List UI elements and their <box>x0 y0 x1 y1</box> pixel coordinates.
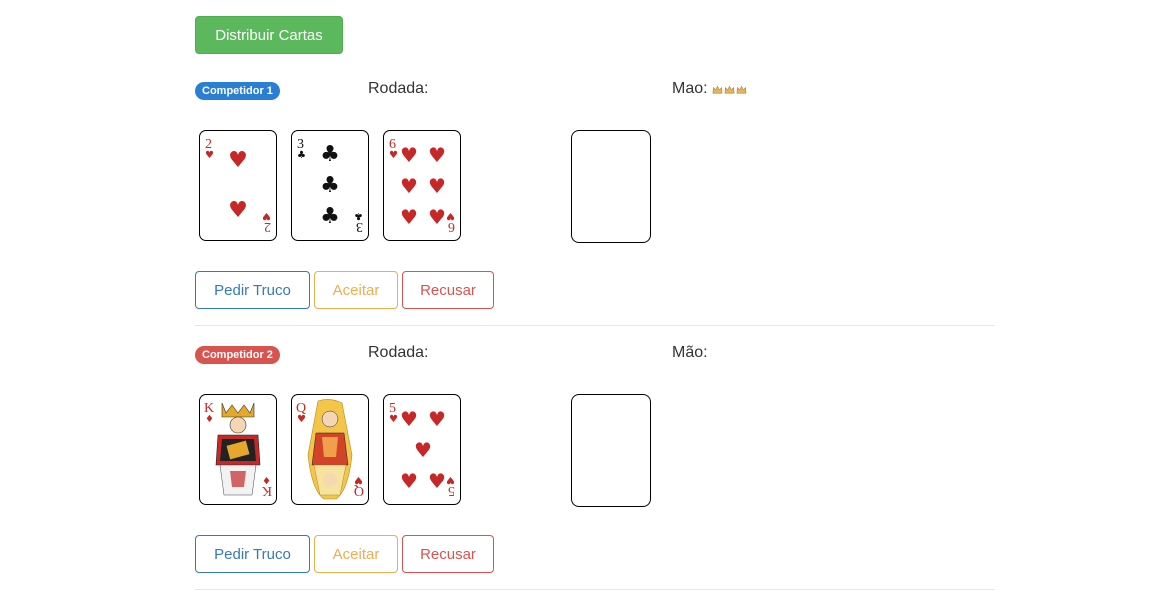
round-label: Rodada: <box>368 344 429 361</box>
refuse-button[interactable]: Recusar <box>402 535 494 573</box>
player-1-panel: Competidor 1 Rodada: Mao: 2 ♥ ♥ ♥ 2 ♥ 3 … <box>195 65 995 329</box>
svg-text:♣: ♣ <box>297 150 306 161</box>
svg-text:♦: ♦ <box>262 474 271 485</box>
crown-icon <box>712 85 722 93</box>
svg-text:♥: ♥ <box>400 174 418 198</box>
svg-text:♥: ♥ <box>446 474 455 485</box>
svg-text:♥: ♥ <box>428 143 446 167</box>
hand-indicator: Mão: <box>672 344 708 362</box>
divider <box>195 325 995 326</box>
hand-label: Mão: <box>672 344 708 361</box>
svg-text:♥: ♥ <box>400 407 418 431</box>
hand-label: Mao: <box>672 80 708 97</box>
playing-card-q-hearts[interactable]: Q ♥ Q ♥ <box>291 394 369 505</box>
divider <box>195 589 995 590</box>
svg-text:♥: ♥ <box>297 414 306 425</box>
svg-text:♣: ♣ <box>354 210 363 221</box>
svg-text:♣: ♣ <box>320 173 340 198</box>
svg-text:♥: ♥ <box>354 474 363 485</box>
svg-text:♥: ♥ <box>228 148 248 173</box>
player-2-badge: Competidor 2 <box>195 346 280 364</box>
svg-text:♥: ♥ <box>428 205 446 229</box>
svg-text:♥: ♥ <box>414 438 432 462</box>
playing-card-6-hearts[interactable]: 6 ♥ ♥ ♥ ♥ ♥ ♥ ♥ 6 ♥ <box>383 130 461 241</box>
playing-card-3-clubs[interactable]: 3 ♣ ♣ ♣ ♣ 3 ♣ <box>291 130 369 241</box>
svg-text:♥: ♥ <box>428 407 446 431</box>
svg-text:♦: ♦ <box>205 414 214 425</box>
crown-icon <box>724 85 734 93</box>
playing-card-2-hearts[interactable]: 2 ♥ ♥ ♥ 2 ♥ <box>199 130 277 241</box>
svg-text:♥: ♥ <box>389 414 398 425</box>
svg-text:♥: ♥ <box>228 198 248 223</box>
svg-text:♥: ♥ <box>262 210 271 221</box>
queen-figure-icon <box>307 399 353 500</box>
refuse-button[interactable]: Recusar <box>402 271 494 309</box>
played-card-slot <box>571 130 651 243</box>
accept-button[interactable]: Aceitar <box>314 535 398 573</box>
crown-icon <box>736 85 746 93</box>
hand-crowns <box>712 84 748 95</box>
deal-cards-button[interactable]: Distribuir Cartas <box>195 16 343 54</box>
played-card-slot <box>571 394 651 507</box>
request-truco-button[interactable]: Pedir Truco <box>195 535 310 573</box>
svg-text:♣: ♣ <box>320 142 340 167</box>
player-2-panel: Competidor 2 Rodada: Mão: K ♦ K ♦ Q ♥ Q … <box>195 329 995 593</box>
player-1-badge: Competidor 1 <box>195 82 280 100</box>
svg-text:♥: ♥ <box>400 143 418 167</box>
round-label: Rodada: <box>368 80 429 97</box>
svg-text:♥: ♥ <box>400 469 418 493</box>
action-buttons: Pedir Truco Aceitar Recusar <box>195 271 494 309</box>
svg-text:♥: ♥ <box>428 469 446 493</box>
accept-button[interactable]: Aceitar <box>314 271 398 309</box>
king-figure-icon <box>215 402 261 496</box>
svg-text:♣: ♣ <box>320 204 340 229</box>
svg-text:♥: ♥ <box>205 150 214 161</box>
svg-text:♥: ♥ <box>446 210 455 221</box>
hand-indicator: Mao: <box>672 80 748 98</box>
svg-text:♥: ♥ <box>389 150 398 161</box>
svg-text:♥: ♥ <box>428 174 446 198</box>
request-truco-button[interactable]: Pedir Truco <box>195 271 310 309</box>
playing-card-5-hearts[interactable]: 5 ♥ ♥ ♥ ♥ ♥ ♥ 5 ♥ <box>383 394 461 505</box>
playing-card-k-diamonds[interactable]: K ♦ K ♦ <box>199 394 277 505</box>
svg-text:♥: ♥ <box>400 205 418 229</box>
action-buttons: Pedir Truco Aceitar Recusar <box>195 535 494 573</box>
